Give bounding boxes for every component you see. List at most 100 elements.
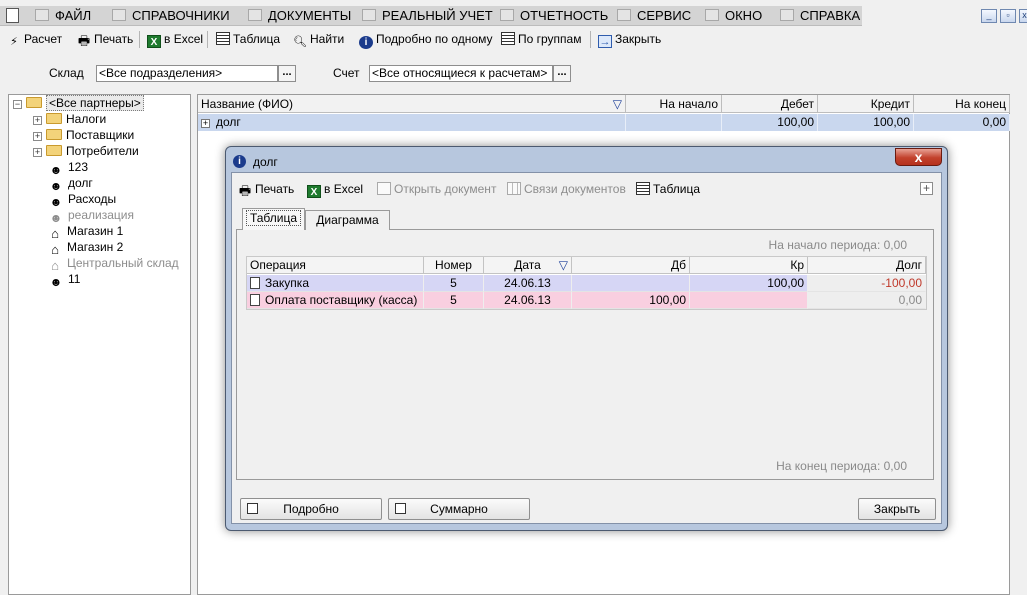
detailed-toggle-button[interactable]: Подробно <box>240 498 382 520</box>
table-icon <box>636 182 650 195</box>
menu-directories[interactable]: СПРАВОЧНИКИ <box>112 8 230 24</box>
menu-file[interactable]: ФАЙЛ <box>35 8 91 24</box>
tree-item-taxes[interactable]: + Налоги <box>33 111 106 127</box>
account-select[interactable]: <Все относящиеся к расчетам> <box>369 65 553 82</box>
menu-documents[interactable]: ДОКУМЕНТЫ <box>248 8 351 24</box>
tree-item-expenses[interactable]: ☻ Расходы <box>49 191 117 209</box>
start-period-text: На начало периода: 0,00 <box>768 238 907 252</box>
tree-item-11[interactable]: ☻ 11 <box>49 271 81 289</box>
table-button[interactable]: Таблица <box>216 31 280 47</box>
cell-date: 24.06.13 <box>484 292 572 309</box>
tree-root[interactable]: − <Все партнеры> <box>13 95 144 111</box>
excel-icon: X <box>307 185 321 198</box>
column-header-debit[interactable]: Дебет <box>722 95 818 113</box>
table-row[interactable]: Оплата поставщику (касса) <box>247 292 424 309</box>
menu-reports[interactable]: ОТЧЕТНОСТЬ <box>500 8 608 24</box>
by-groups-button[interactable]: По группам <box>501 31 581 47</box>
tree-item-suppliers[interactable]: + Поставщики <box>33 127 134 143</box>
find-button[interactable]: 🔍︎ Найти <box>293 31 344 48</box>
account-ellipsis-button[interactable]: ... <box>553 65 571 82</box>
cell-debit: 100,00 <box>722 114 818 131</box>
exit-icon: → <box>598 35 612 48</box>
dialog-close-text-button[interactable]: Закрыть <box>858 498 936 520</box>
open-document-button[interactable]: Открыть документ <box>377 181 496 197</box>
document-icon <box>377 182 391 195</box>
close-button[interactable]: → Закрыть <box>598 31 661 48</box>
printer-icon: 🖶 <box>77 33 91 48</box>
tab-table[interactable]: Таблица <box>242 208 305 230</box>
folder-icon <box>46 113 62 124</box>
column-header-end[interactable]: На конец <box>914 95 1010 113</box>
tree-item-debt[interactable]: ☻ долг <box>49 175 93 193</box>
restore-icon[interactable]: ▫ <box>1000 9 1016 23</box>
cell-debt: -100,00 <box>808 275 926 292</box>
excel-button[interactable]: Xв Excel <box>147 31 203 48</box>
partner-tree[interactable] <box>8 94 191 595</box>
tab-chart[interactable]: Диаграмма <box>305 210 390 230</box>
dialog-table-button[interactable]: Таблица <box>636 181 700 197</box>
cell-number: 5 <box>424 275 484 292</box>
account-label: Счет <box>333 66 360 80</box>
tree-item-shop-1[interactable]: ⌂ Магазин 1 <box>47 223 123 241</box>
calc-icon: ⚡ <box>10 36 18 48</box>
column-header-name[interactable]: Название (ФИО) ▽ <box>198 95 626 113</box>
dialog-print-button[interactable]: 🖶 Печать <box>238 181 294 197</box>
cell-debt: 0,00 <box>808 292 926 309</box>
warehouse-ellipsis-button[interactable]: ... <box>278 65 296 82</box>
checkbox-icon <box>247 503 258 514</box>
warehouse-select[interactable]: <Все подразделения> <box>96 65 278 82</box>
tree-item-shop-2[interactable]: ⌂ Магазин 2 <box>47 239 123 257</box>
info-icon: i <box>359 36 373 49</box>
toolbar-separator <box>207 31 208 48</box>
tree-item-123[interactable]: ☻ 123 <box>49 159 88 177</box>
dialog-excel-button[interactable]: Xв Excel <box>307 181 363 198</box>
checkbox-icon <box>395 503 406 514</box>
tree-item-consumers[interactable]: + Потребители <box>33 143 139 159</box>
menu-service[interactable]: СЕРВИС <box>617 8 691 24</box>
menu-help[interactable]: СПРАВКА <box>780 8 860 24</box>
document-links-button[interactable]: Связи документов <box>507 181 626 197</box>
table-row[interactable]: + долг <box>198 114 626 131</box>
dialog-close-button[interactable]: x <box>895 148 942 166</box>
close-window-icon[interactable]: x <box>1019 9 1027 23</box>
print-button[interactable]: 🖶 Печать <box>77 31 133 47</box>
folder-icon <box>46 129 62 140</box>
cell-end: 0,00 <box>914 114 1010 131</box>
tree-item-central-warehouse[interactable]: ⌂ Центральный склад <box>47 255 179 273</box>
expand-icon[interactable]: + <box>33 116 42 125</box>
menu-real-accounting[interactable]: РЕАЛЬНЫЙ УЧЕТ <box>362 8 493 24</box>
tree-item-sales[interactable]: ☻ реализация <box>49 207 134 225</box>
app-icon[interactable] <box>6 8 19 23</box>
help-icon <box>780 9 794 21</box>
expand-icon[interactable]: + <box>33 132 42 141</box>
column-header-date[interactable]: Дата ▽ <box>484 257 572 274</box>
column-header-start[interactable]: На начало <box>626 95 722 113</box>
document-icon <box>248 9 262 21</box>
cell-credit <box>690 292 808 309</box>
folder-open-icon <box>26 97 42 108</box>
expand-icon[interactable]: + <box>201 119 210 128</box>
column-header-debit[interactable]: Дб <box>572 257 690 274</box>
minimize-icon[interactable]: _ <box>981 9 997 23</box>
groups-icon <box>501 32 515 45</box>
window-icon <box>705 9 719 21</box>
column-header-credit[interactable]: Кредит <box>818 95 914 113</box>
calc-button[interactable]: ⚡ Расчет <box>7 31 62 48</box>
column-header-number[interactable]: Номер <box>424 257 484 274</box>
expand-icon[interactable]: + <box>33 148 42 157</box>
table-row[interactable]: Закупка <box>247 275 424 292</box>
home-icon <box>112 9 126 21</box>
column-header-operation[interactable]: Операция <box>247 257 424 274</box>
column-header-debt[interactable]: Долг <box>808 257 926 274</box>
cell-number: 5 <box>424 292 484 309</box>
sort-icon: ▽ <box>612 97 622 111</box>
column-header-credit[interactable]: Кр <box>690 257 808 274</box>
collapse-icon[interactable]: − <box>13 100 22 109</box>
service-icon <box>617 9 631 21</box>
expand-plus-icon[interactable]: + <box>920 182 933 195</box>
document-icon <box>250 294 260 306</box>
menu-window[interactable]: ОКНО <box>705 8 762 24</box>
detail-one-button[interactable]: i Подробно по одному <box>359 31 493 49</box>
cell-debit <box>572 275 690 292</box>
summary-toggle-button[interactable]: Суммарно <box>388 498 530 520</box>
